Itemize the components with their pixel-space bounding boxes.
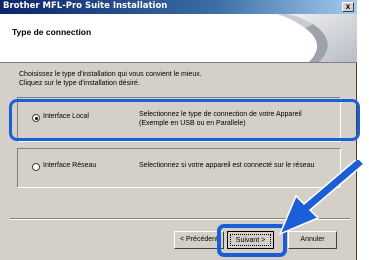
title-bar[interactable]: Brother MFL-Pro Suite Installation x xyxy=(0,0,357,14)
page-title: Type de connection xyxy=(12,27,92,37)
window-title: Brother MFL-Pro Suite Installation xyxy=(3,1,168,11)
radio-interface-network[interactable] xyxy=(32,163,40,171)
instruction-line: Choisissez le type d'installation qui vo… xyxy=(19,71,202,78)
header-banner: Type de connection xyxy=(0,14,357,63)
close-icon: x xyxy=(345,2,351,11)
close-button[interactable]: x xyxy=(342,2,354,12)
option-label-network[interactable]: Interface Réseau xyxy=(43,162,96,169)
brother-logo-graphic xyxy=(277,14,357,62)
instructions: Choisissez le type d'installation qui vo… xyxy=(19,70,202,88)
local-option-highlight xyxy=(9,99,360,141)
instruction-line: Cliquez sur le type d'installation désir… xyxy=(19,80,140,87)
pointer-arrow-icon xyxy=(278,160,366,236)
previous-button-label: < Précédent xyxy=(180,236,218,243)
